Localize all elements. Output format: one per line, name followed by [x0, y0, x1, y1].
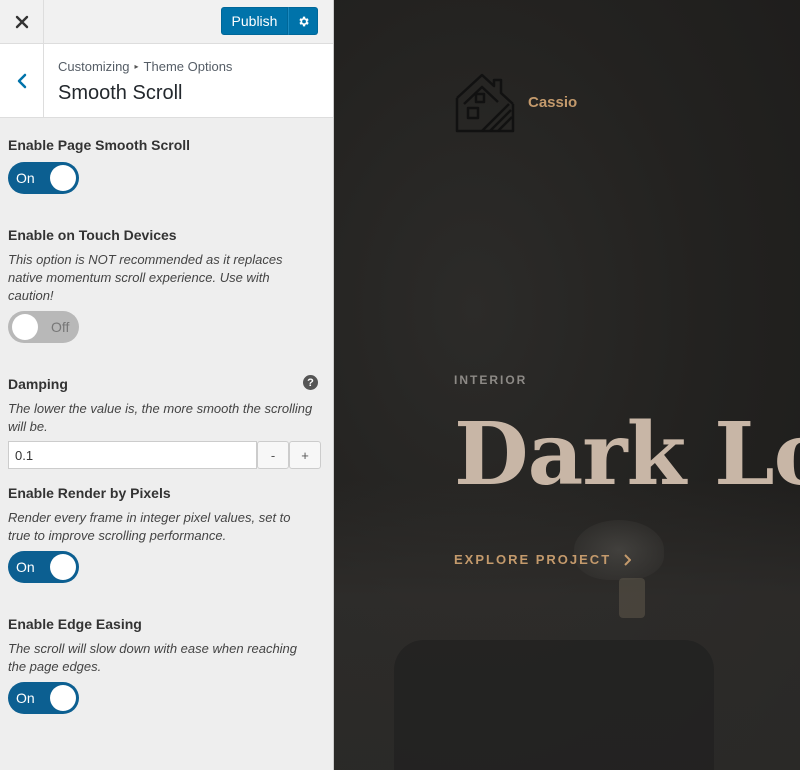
touch-devices-toggle[interactable]: Off	[8, 311, 79, 343]
edge-easing-description: The scroll will slow down with ease when…	[8, 641, 298, 674]
edge-easing-toggle[interactable]: On	[8, 682, 79, 714]
render-pixels-title: Enable Render by Pixels	[8, 485, 171, 501]
publish-settings-button[interactable]	[288, 7, 318, 35]
breadcrumb: Customizing ▸ Theme Options	[58, 59, 232, 74]
page-smooth-scroll-title: Enable Page Smooth Scroll	[8, 137, 191, 153]
hero-title: Dark Loft	[454, 404, 800, 505]
damping-description: The lower the value is, the more smooth …	[8, 401, 313, 434]
breadcrumb-separator: ▸	[134, 62, 139, 71]
render-pixels-description: Render every frame in integer pixel valu…	[8, 510, 291, 543]
house-logo-icon[interactable]	[454, 72, 516, 134]
lamp-base-image	[619, 578, 645, 618]
edge-easing-title: Enable Edge Easing	[8, 616, 142, 632]
render-pixels-toggle[interactable]: On	[8, 551, 79, 583]
explore-project-link[interactable]: EXPLORE PROJECT	[454, 552, 632, 567]
section-header: Customizing ▸ Theme Options Smooth Scrol…	[0, 44, 333, 118]
hero-category: INTERIOR	[454, 373, 528, 387]
toggle-knob	[50, 685, 76, 711]
toggle-knob	[50, 554, 76, 580]
toggle-knob	[12, 314, 38, 340]
touch-devices-description: This option is NOT recommended as it rep…	[8, 252, 283, 303]
damping-title: Damping	[8, 376, 68, 392]
customizer-topbar: Publish	[0, 0, 333, 44]
toggle-state-label: On	[16, 690, 35, 706]
lamp-image	[574, 520, 664, 580]
touch-devices-title: Enable on Touch Devices	[8, 227, 177, 243]
close-icon	[15, 15, 28, 28]
toggle-state-label: On	[16, 170, 35, 186]
publish-button[interactable]: Publish	[221, 7, 288, 35]
help-icon[interactable]: ?	[303, 375, 318, 390]
customizer-sidebar: Publish Customizing ▸ Theme Options Smoo…	[0, 0, 334, 770]
toggle-knob	[50, 165, 76, 191]
breadcrumb-current: Theme Options	[143, 59, 233, 74]
publish-group: Publish	[221, 7, 318, 35]
chevron-left-icon	[17, 73, 26, 88]
site-preview: Cassio INTERIOR Dark Loft EXPLORE PROJEC…	[334, 0, 800, 770]
sofa-image	[394, 640, 714, 770]
damping-increment-button[interactable]: +	[289, 441, 321, 469]
back-button[interactable]	[0, 44, 44, 117]
toggle-state-label: On	[16, 559, 35, 575]
gear-icon	[298, 16, 309, 26]
explore-project-label: EXPLORE PROJECT	[454, 552, 612, 567]
chevron-right-icon	[624, 553, 632, 566]
page-smooth-scroll-toggle[interactable]: On	[8, 162, 79, 194]
section-title: Smooth Scroll	[58, 82, 183, 104]
site-name[interactable]: Cassio	[528, 94, 577, 111]
toggle-state-label: Off	[51, 319, 70, 335]
close-button[interactable]	[0, 0, 44, 43]
damping-input[interactable]	[8, 441, 257, 469]
damping-decrement-button[interactable]: -	[257, 441, 289, 469]
breadcrumb-parent: Customizing	[58, 59, 130, 74]
